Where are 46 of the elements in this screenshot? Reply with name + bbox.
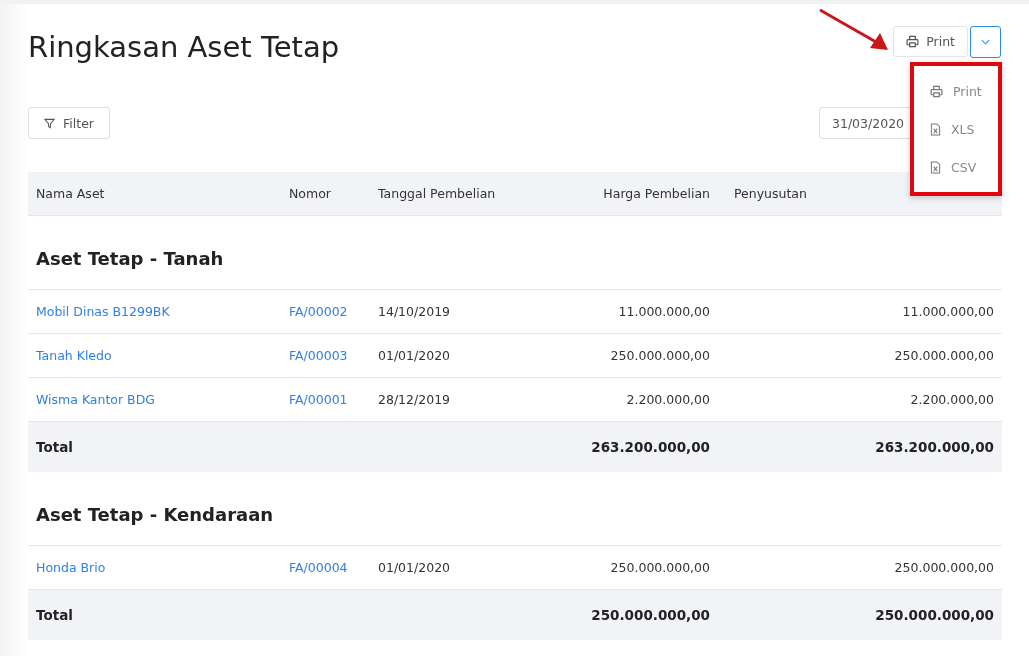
total-book-value: 263.200.000,00 [874, 439, 995, 455]
total-label: Total [35, 607, 74, 623]
printer-icon [930, 84, 943, 98]
menu-item[interactable]: CSV [914, 148, 998, 186]
menu-item[interactable]: Print [914, 72, 998, 110]
number-link[interactable]: FA/00001 [281, 392, 370, 407]
table-cell-text: 01/01/2020 [377, 348, 452, 363]
page-title: Ringkasan Aset Tetap [28, 30, 340, 64]
total-price: 263.200.000,00 [590, 439, 711, 455]
column-header: Nama Aset [35, 186, 106, 201]
asset-link[interactable]: Honda Brio [28, 560, 281, 575]
table-cell-text: 11.000.000,00 [617, 304, 711, 319]
table-cell-text: 11.000.000,00 [901, 304, 995, 319]
table-cell-text: 250.000.000,00 [893, 348, 995, 363]
group-title: Aset Tetap - Tanah [28, 216, 1002, 290]
asset-link[interactable]: Mobil Dinas B1299BK [28, 304, 281, 319]
printer-icon [906, 35, 920, 48]
table-cell-text: 2.200.000,00 [625, 392, 711, 407]
total-label: Total [35, 439, 74, 455]
number-link[interactable]: FA/00003 [281, 348, 370, 363]
column-header: Nomor [288, 186, 332, 201]
print-button[interactable]: Print [893, 26, 968, 57]
filter-button[interactable]: Filter [28, 107, 110, 139]
file-icon [930, 160, 941, 174]
file-icon [930, 122, 941, 136]
group-title: Aset Tetap - Kendaraan [28, 472, 1002, 546]
asset-link[interactable]: Tanah Kledo [28, 348, 281, 363]
total-book-value: 250.000.000,00 [874, 607, 995, 623]
asset-link[interactable]: Wisma Kantor BDG [28, 392, 281, 407]
table-cell-text: 01/01/2020 [377, 560, 452, 575]
annotation-arrow [818, 8, 890, 52]
table-cell-text: 14/10/2019 [377, 304, 452, 319]
total-price: 250.000.000,00 [590, 607, 711, 623]
table-cell-text: 2.200.000,00 [909, 392, 995, 407]
table-cell-text: 250.000.000,00 [609, 560, 711, 575]
caret-icon [981, 39, 990, 45]
column-header: Harga Pembelian [602, 186, 711, 201]
number-link[interactable]: FA/00002 [281, 304, 370, 319]
number-link[interactable]: FA/00004 [281, 560, 370, 575]
dropdown-button[interactable] [970, 26, 1001, 58]
table-cell-text: 28/12/2019 [377, 392, 452, 407]
column-header: Penyusutan [733, 186, 808, 201]
table-cell-text: 250.000.000,00 [893, 560, 995, 575]
table-cell-text: 250.000.000,00 [609, 348, 711, 363]
filter-icon [44, 117, 55, 129]
column-header: Tanggal Pembelian [377, 186, 497, 201]
